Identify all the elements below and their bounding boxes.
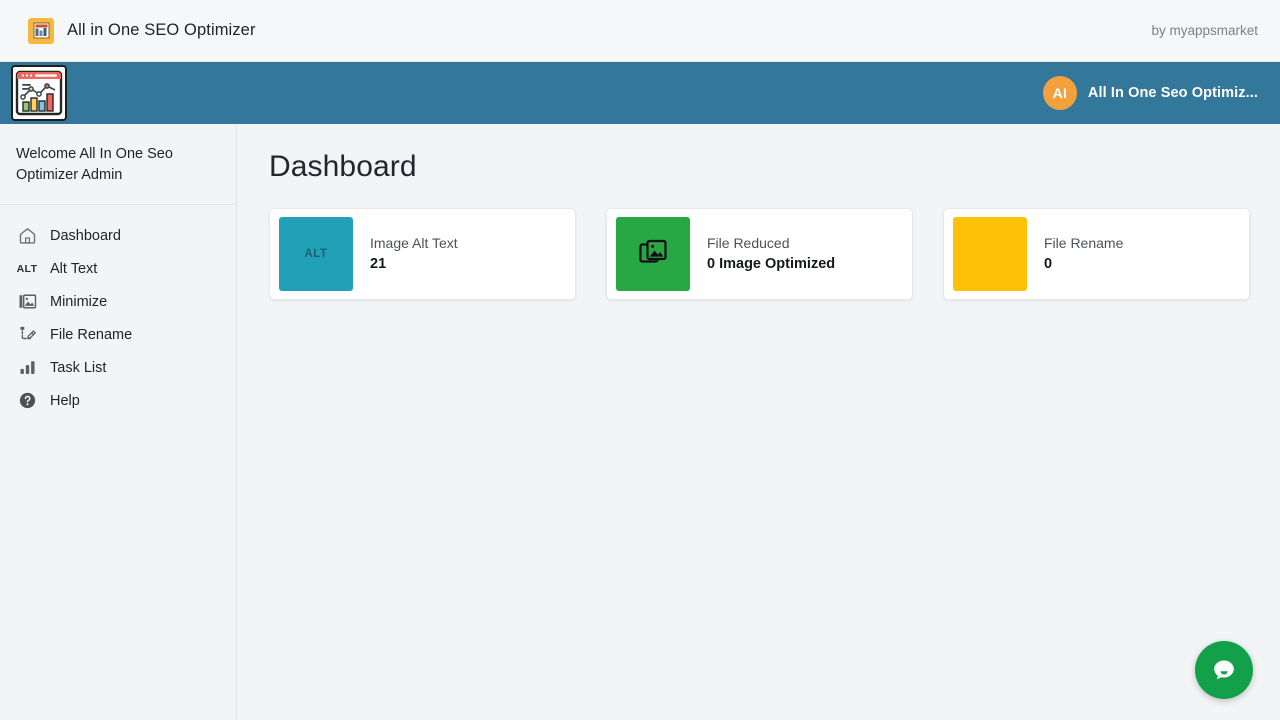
home-icon <box>16 225 38 247</box>
sidebar-item-file-rename[interactable]: File Rename <box>0 318 236 351</box>
sidebar-item-label: Minimize <box>50 294 107 310</box>
card-body: File Rename 0 <box>1027 235 1123 273</box>
stat-card-file-rename[interactable]: File Rename 0 <box>943 208 1250 300</box>
sidebar-nav: Dashboard ALT Alt Text Minimize <box>0 205 236 417</box>
card-body: Image Alt Text 21 <box>353 235 458 273</box>
sidebar: Welcome All In One Seo Optimizer Admin D… <box>0 124 237 720</box>
main-header: AI All In One Seo Optimiz... <box>0 62 1280 124</box>
card-tile-label: ALT <box>304 248 327 260</box>
sidebar-item-minimize[interactable]: Minimize <box>0 285 236 318</box>
sidebar-item-label: Dashboard <box>50 228 121 244</box>
avatar: AI <box>1043 76 1077 110</box>
app-bar: All in One SEO Optimizer by myappsmarket <box>0 0 1280 62</box>
card-value: 21 <box>370 256 458 273</box>
app-title: All in One SEO Optimizer <box>67 21 256 40</box>
bar-chart-icon <box>16 357 38 379</box>
crop-pencil-icon <box>16 324 38 346</box>
welcome-message: Welcome All In One Seo Optimizer Admin <box>0 124 236 205</box>
sidebar-item-label: Task List <box>50 360 106 376</box>
main-content: Dashboard ALT Image Alt Text 21 <box>237 124 1280 720</box>
sidebar-item-label: Help <box>50 393 80 409</box>
app-thumbnail-icon <box>28 18 54 44</box>
card-value: 0 <box>1044 256 1123 273</box>
stat-card-image-alt-text[interactable]: ALT Image Alt Text 21 <box>269 208 576 300</box>
alt-text-icon: ALT <box>16 258 38 280</box>
sidebar-item-alt-text[interactable]: ALT Alt Text <box>0 252 236 285</box>
card-tile-alt: ALT <box>279 217 353 291</box>
app-bar-attribution: by myappsmarket <box>1151 23 1258 38</box>
page-title: Dashboard <box>269 150 1250 184</box>
image-stack-icon <box>638 237 668 272</box>
chat-bubble-icon <box>1209 655 1239 685</box>
card-tile-file-reduced <box>616 217 690 291</box>
sidebar-item-help[interactable]: Help <box>0 384 236 417</box>
sidebar-item-task-list[interactable]: Task List <box>0 351 236 384</box>
stat-card-list: ALT Image Alt Text 21 <box>269 208 1250 300</box>
sidebar-item-label: File Rename <box>50 327 132 343</box>
stat-card-file-reduced[interactable]: File Reduced 0 Image Optimized <box>606 208 913 300</box>
user-menu[interactable]: AI All In One Seo Optimiz... <box>1043 76 1262 110</box>
app-bar-brand: All in One SEO Optimizer <box>28 18 256 44</box>
card-label: Image Alt Text <box>370 235 458 252</box>
sidebar-item-label: Alt Text <box>50 261 97 277</box>
card-value: 0 Image Optimized <box>707 256 835 273</box>
brand-logo[interactable] <box>8 65 70 121</box>
card-label: File Reduced <box>707 235 835 252</box>
question-circle-icon <box>16 390 38 412</box>
sidebar-item-dashboard[interactable]: Dashboard <box>0 219 236 252</box>
card-body: File Reduced 0 Image Optimized <box>690 235 835 273</box>
card-tile-file-rename <box>953 217 1027 291</box>
images-icon <box>16 291 38 313</box>
seo-analytics-logo-icon <box>11 65 67 121</box>
chat-widget-button[interactable] <box>1195 641 1253 699</box>
page-shell: Welcome All In One Seo Optimizer Admin D… <box>0 124 1280 720</box>
user-name-label: All In One Seo Optimiz... <box>1088 85 1258 101</box>
card-label: File Rename <box>1044 235 1123 252</box>
